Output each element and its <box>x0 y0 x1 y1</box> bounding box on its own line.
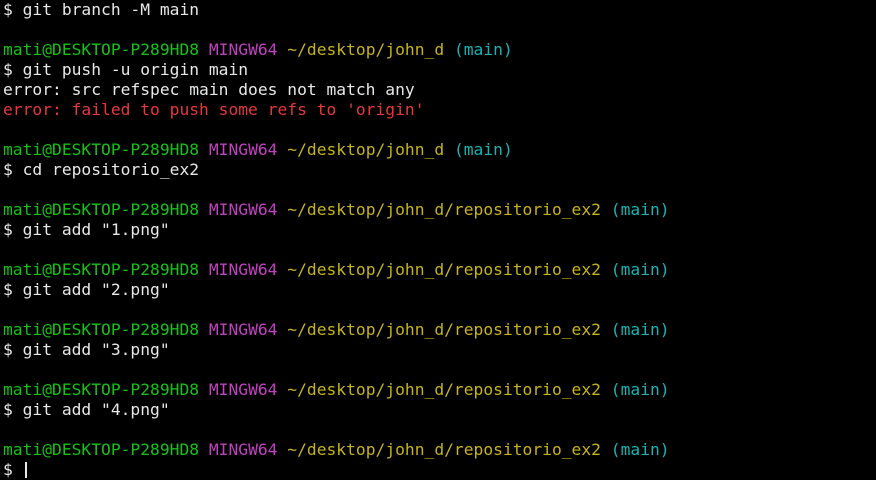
prompt-path: ~/desktop/john_d/repositorio_ex2 <box>287 380 601 399</box>
prompt-user-host: mati@DESKTOP-P289HD8 <box>3 40 200 59</box>
command-line: $ git push -u origin main <box>3 60 249 79</box>
prompt-system: MINGW64 <box>208 260 278 279</box>
prompt-branch: (main) <box>610 200 670 219</box>
prompt-line: mati@DESKTOP-P289HD8 MINGW64 ~/desktop/j… <box>3 140 873 160</box>
prompt-path: ~/desktop/john_d/repositorio_ex2 <box>287 440 601 459</box>
prompt-path: ~/desktop/john_d <box>287 140 445 159</box>
command-line: $ git add "2.png" <box>3 280 170 299</box>
prompt-user-host: mati@DESKTOP-P289HD8 <box>3 200 200 219</box>
prompt-system: MINGW64 <box>208 40 278 59</box>
prompt-branch: (main) <box>610 380 670 399</box>
input-prompt-symbol: $ <box>3 460 23 479</box>
prompt-branch: (main) <box>610 260 670 279</box>
prompt-path: ~/desktop/john_d/repositorio_ex2 <box>287 200 601 219</box>
prompt-system: MINGW64 <box>208 320 278 339</box>
prompt-branch: (main) <box>453 40 513 59</box>
prompt-path: ~/desktop/john_d <box>287 40 445 59</box>
error-line: error: failed to push some refs to 'orig… <box>3 100 425 119</box>
prompt-line: mati@DESKTOP-P289HD8 MINGW64 ~/desktop/j… <box>3 260 873 280</box>
command-line: $ git branch -M main <box>3 0 200 19</box>
prompt-line: mati@DESKTOP-P289HD8 MINGW64 ~/desktop/j… <box>3 40 873 60</box>
prompt-path: ~/desktop/john_d/repositorio_ex2 <box>287 320 601 339</box>
prompt-user-host: mati@DESKTOP-P289HD8 <box>3 140 200 159</box>
command-input-line[interactable]: $ <box>3 460 873 480</box>
command-line: $ git add "4.png" <box>3 400 170 419</box>
prompt-path: ~/desktop/john_d/repositorio_ex2 <box>287 260 601 279</box>
command-line: $ cd repositorio_ex2 <box>3 160 200 179</box>
prompt-branch: (main) <box>453 140 513 159</box>
prompt-system: MINGW64 <box>208 440 278 459</box>
prompt-user-host: mati@DESKTOP-P289HD8 <box>3 380 200 399</box>
command-line: $ git add "1.png" <box>3 220 170 239</box>
prompt-user-host: mati@DESKTOP-P289HD8 <box>3 320 200 339</box>
prompt-line: mati@DESKTOP-P289HD8 MINGW64 ~/desktop/j… <box>3 380 873 400</box>
prompt-line: mati@DESKTOP-P289HD8 MINGW64 ~/desktop/j… <box>3 200 873 220</box>
prompt-branch: (main) <box>610 320 670 339</box>
terminal-window[interactable]: $ git branch -M main mati@DESKTOP-P289HD… <box>3 0 873 479</box>
prompt-system: MINGW64 <box>208 380 278 399</box>
prompt-system: MINGW64 <box>208 140 278 159</box>
prompt-line: mati@DESKTOP-P289HD8 MINGW64 ~/desktop/j… <box>3 320 873 340</box>
prompt-branch: (main) <box>610 440 670 459</box>
prompt-line: mati@DESKTOP-P289HD8 MINGW64 ~/desktop/j… <box>3 440 873 460</box>
prompt-user-host: mati@DESKTOP-P289HD8 <box>3 260 200 279</box>
command-line: $ git add "3.png" <box>3 340 170 359</box>
prompt-system: MINGW64 <box>208 200 278 219</box>
output-line: error: src refspec main does not match a… <box>3 80 415 99</box>
prompt-user-host: mati@DESKTOP-P289HD8 <box>3 440 200 459</box>
